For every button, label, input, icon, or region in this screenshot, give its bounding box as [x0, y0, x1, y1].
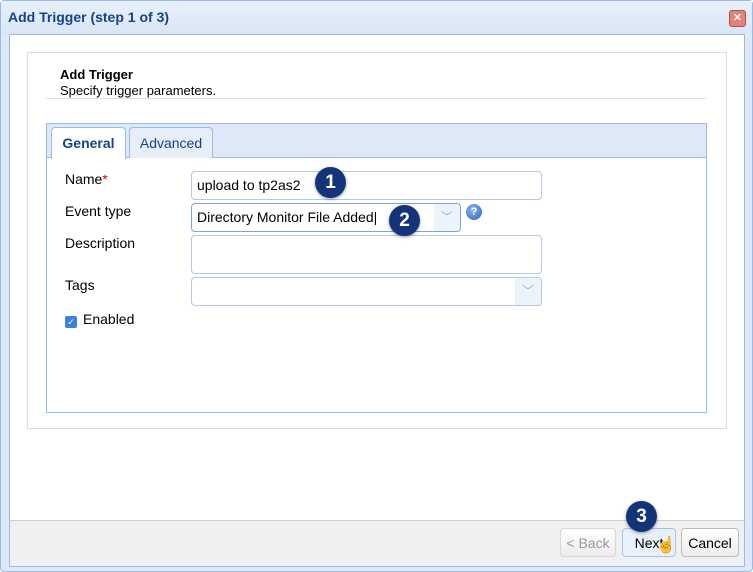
tab-general[interactable]: General: [51, 127, 126, 159]
dialog-title: Add Trigger (step 1 of 3): [8, 9, 170, 25]
tab-advanced[interactable]: Advanced: [129, 127, 213, 158]
event-type-combo[interactable]: Directory Monitor File Added| ﹀: [191, 203, 461, 232]
help-icon[interactable]: ?: [466, 204, 482, 220]
step-badge-3: 3: [626, 501, 657, 532]
required-mark: *: [102, 171, 108, 187]
tags-label: Tags: [65, 277, 95, 293]
step-subtitle: Specify trigger parameters.: [60, 83, 217, 98]
description-label: Description: [65, 235, 136, 251]
name-input[interactable]: upload to tp2as2: [191, 171, 542, 200]
tags-combo[interactable]: ﹀: [191, 277, 542, 306]
close-icon[interactable]: ✕: [729, 10, 746, 27]
step-title: Add Trigger: [60, 67, 133, 82]
hand-cursor-icon: ☝: [656, 537, 676, 554]
description-input[interactable]: [191, 235, 542, 274]
back-button[interactable]: < Back: [560, 528, 616, 557]
event-type-value: Directory Monitor File Added: [197, 209, 374, 225]
chevron-down-icon[interactable]: ﹀: [434, 204, 460, 231]
chevron-down-icon[interactable]: ﹀: [515, 278, 541, 305]
event-type-label: Event type: [65, 203, 132, 219]
step-badge-1: 1: [315, 167, 346, 198]
divider: [46, 98, 706, 99]
enabled-label: Enabled: [83, 311, 135, 327]
step-badge-2: 2: [389, 205, 420, 236]
cancel-button[interactable]: Cancel: [681, 528, 739, 557]
enabled-checkbox[interactable]: ✓: [65, 316, 77, 328]
name-label: Name*: [65, 171, 108, 187]
